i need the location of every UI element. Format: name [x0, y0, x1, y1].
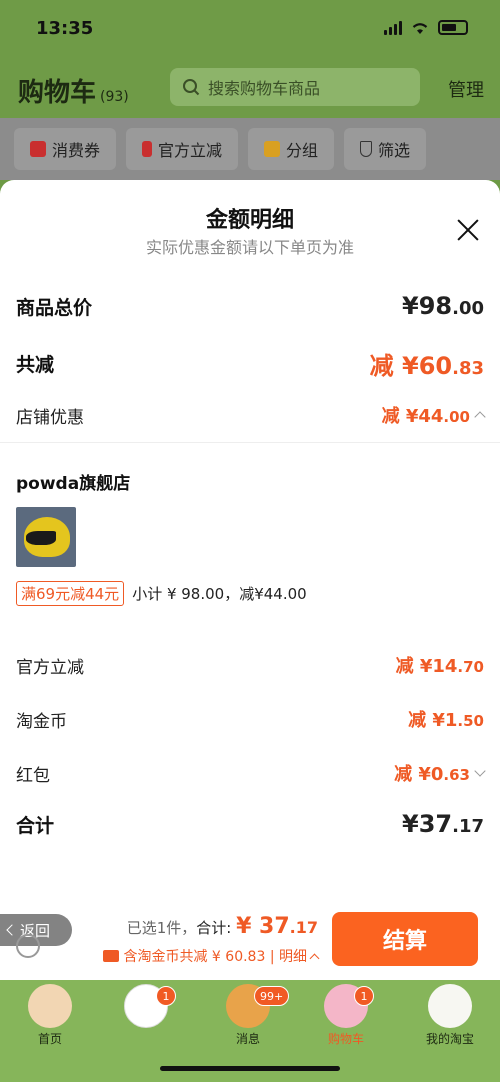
search-input[interactable]: 搜索购物车商品	[170, 68, 420, 106]
promo-subtotal: 小计 ¥ 98.00，减¥44.00	[132, 585, 307, 603]
filter-screen[interactable]: 筛选	[344, 128, 427, 170]
cart-count: (93)	[100, 89, 129, 105]
amount-detail-sheet: 金额明细 实际优惠金额请以下单页为准 商品总价 ¥98.00 共减 减 ¥60.…	[0, 180, 500, 980]
select-all-checkbox[interactable]	[16, 934, 40, 958]
selected-count: 已选1件，	[126, 919, 197, 937]
sheet-subtitle: 实际优惠金额请以下单页为准	[145, 238, 354, 257]
store-name: powda旗舰店	[16, 474, 131, 494]
status-time: 13:35	[36, 18, 94, 39]
filter-bar: 消费券 官方立减 分组 筛选	[0, 118, 500, 180]
filter-group[interactable]: 分组	[248, 128, 335, 170]
home-mascot-icon	[28, 984, 72, 1028]
grand-total-value: ¥37.17	[402, 810, 484, 838]
coupon-icon	[30, 141, 46, 157]
discount-summary: 含淘金币共减 ¥ 60.83 | 明细	[123, 949, 307, 965]
lightning-icon	[142, 141, 153, 157]
tab-home[interactable]: 首页	[10, 984, 90, 1047]
sheet-title: 金额明细	[205, 208, 294, 233]
tab-messages[interactable]: 消息 99+	[208, 984, 290, 1047]
row-official-discount: 官方立减 减 ¥14.70	[16, 652, 484, 678]
filter-label: 分组	[286, 141, 319, 160]
home-indicator	[160, 1066, 340, 1071]
page-title: 购物车 (93)	[18, 78, 129, 108]
checkout-bar: 返回 已选1件，合计: ¥ 37.17 含淘金币共减 ¥ 60.83 | 明细 …	[0, 900, 500, 980]
coins-value: 减 ¥1.50	[408, 710, 484, 731]
chevron-down-icon[interactable]	[474, 765, 486, 777]
checkout-total: ¥ 37.17	[236, 914, 318, 939]
status-icons	[384, 20, 468, 35]
battery-icon	[438, 20, 468, 35]
store-discount-value: 减 ¥44.00	[382, 402, 486, 428]
tab-badge: 1	[156, 986, 176, 1006]
total-discount-label: 共减	[16, 354, 55, 376]
store-promo: 满69元减44元 小计 ¥ 98.00，减¥44.00	[16, 581, 307, 606]
row-total-discount: 共减 减 ¥60.83	[16, 346, 484, 381]
back-button[interactable]: 返回	[0, 914, 72, 958]
row-coins: 淘金币 减 ¥1.50	[16, 706, 484, 732]
official-discount-label: 官方立减	[16, 657, 84, 678]
manage-button[interactable]: 管理	[448, 76, 484, 102]
row-store-discount[interactable]: 店铺优惠 减 ¥44.00	[16, 402, 486, 428]
total-price-label: 商品总价	[16, 296, 93, 319]
row-grand-total: 合计 ¥37.17	[16, 810, 484, 838]
ticket-icon	[103, 950, 120, 962]
total-discount-value: 减 ¥60.83	[369, 352, 484, 380]
tab-promo[interactable]: 1	[106, 984, 186, 1030]
search-placeholder: 搜索购物车商品	[208, 79, 321, 98]
search-icon	[183, 79, 200, 96]
chevron-up-icon[interactable]	[474, 411, 486, 423]
red-packet-label: 红包	[16, 765, 50, 786]
tab-badge: 99+	[254, 986, 290, 1006]
close-icon[interactable]	[456, 218, 480, 242]
total-label: 合计:	[196, 919, 237, 937]
filter-label: 官方立减	[158, 141, 223, 160]
tab-badge: 1	[354, 986, 374, 1006]
chevron-left-icon	[6, 924, 18, 936]
total-price-value: ¥98.00	[402, 292, 484, 320]
selected-summary: 已选1件，合计: ¥ 37.17	[127, 914, 318, 939]
filter-label: 消费券	[52, 141, 101, 160]
grand-total-label: 合计	[16, 814, 55, 837]
cart-header: 购物车 (93) 搜索购物车商品 管理	[0, 58, 500, 118]
profile-mascot-icon	[428, 984, 472, 1028]
promo-tag: 满69元减44元	[16, 581, 125, 606]
official-discount-value: 减 ¥14.70	[395, 656, 484, 677]
tab-my-taobao[interactable]: 我的淘宝	[410, 984, 490, 1047]
folder-icon	[264, 141, 281, 157]
chevron-up-icon	[309, 953, 320, 963]
filter-official-discount[interactable]: 官方立减	[126, 128, 239, 170]
store-detail: powda旗舰店 满69元减44元 小计 ¥ 98.00，减¥44.00	[0, 442, 500, 634]
tab-label: 首页	[37, 1032, 62, 1046]
tab-label: 我的淘宝	[425, 1032, 474, 1046]
filter-coupon[interactable]: 消费券	[14, 128, 117, 170]
tab-label: 购物车	[327, 1032, 364, 1046]
signal-icon	[384, 20, 402, 35]
filter-label: 筛选	[378, 141, 411, 160]
store-discount-label: 店铺优惠	[16, 407, 84, 428]
wifi-icon	[412, 22, 428, 34]
filter-icon	[360, 141, 373, 157]
discount-detail-toggle[interactable]: 含淘金币共减 ¥ 60.83 | 明细	[103, 946, 320, 966]
red-packet-value: 减 ¥0.63	[394, 760, 486, 786]
status-bar: 13:35	[0, 0, 500, 58]
tab-cart[interactable]: 购物车 1	[306, 984, 386, 1047]
product-thumbnail[interactable]	[16, 507, 76, 567]
row-red-packet[interactable]: 红包 减 ¥0.63	[16, 760, 486, 786]
row-total-price: 商品总价 ¥98.00	[16, 292, 484, 320]
tab-label: 消息	[235, 1032, 260, 1046]
coins-label: 淘金币	[16, 711, 67, 732]
checkout-button[interactable]: 结算	[332, 912, 478, 966]
